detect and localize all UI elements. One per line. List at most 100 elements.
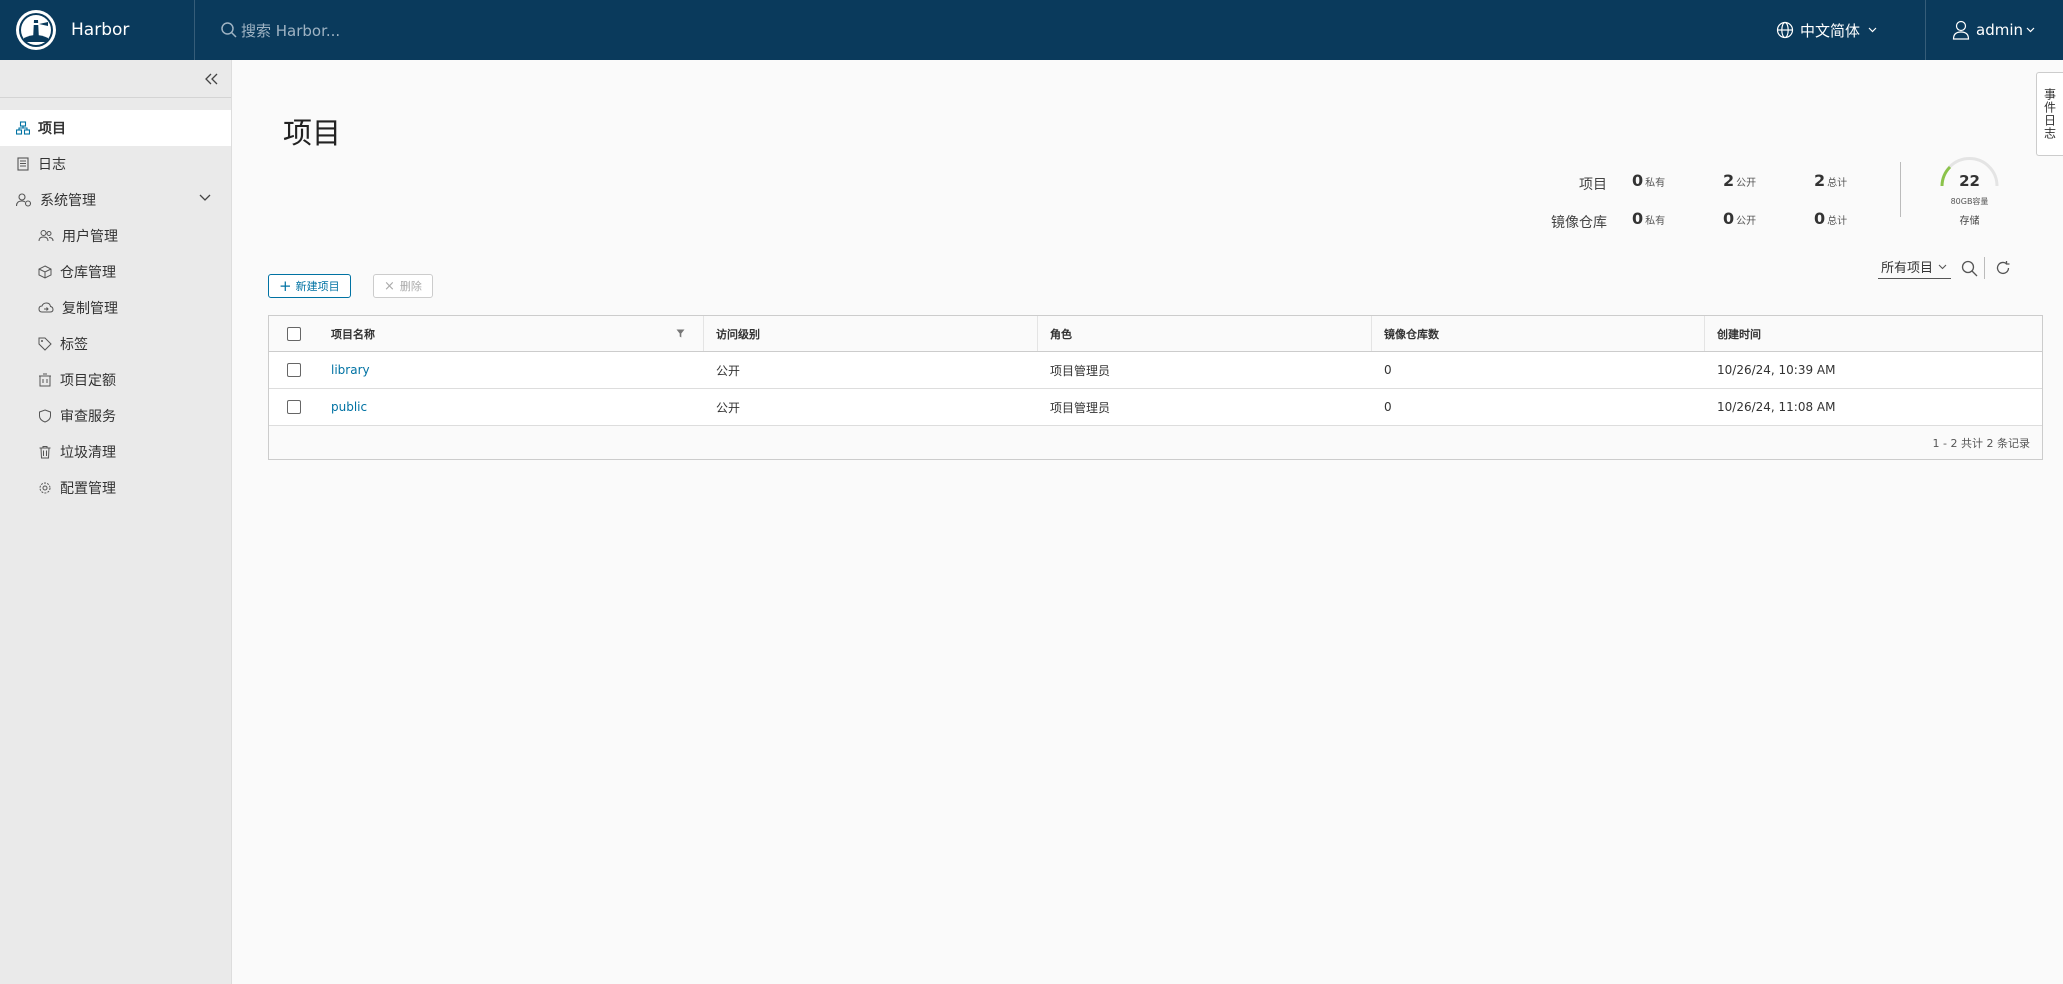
sidebar-item-logs[interactable]: 日志 xyxy=(0,146,231,182)
admin-icon xyxy=(16,193,32,207)
column-header-access-level[interactable]: 访问级别 xyxy=(703,316,1037,351)
filter-bar: 所有项目 xyxy=(1878,257,2011,279)
harbor-logo-icon xyxy=(16,10,56,50)
language-label: 中文简体 xyxy=(1799,21,1860,40)
sidebar-item-configuration[interactable]: 配置管理 xyxy=(0,470,231,506)
stats-divider xyxy=(1900,162,1901,217)
sidebar-item-label: 配置管理 xyxy=(60,481,116,497)
language-selector[interactable]: 中文简体 xyxy=(1776,0,1926,60)
sidebar-item-label: 日志 xyxy=(38,157,66,173)
sidebar-item-label: 审查服务 xyxy=(60,409,116,425)
project-name-link[interactable]: public xyxy=(331,400,367,414)
column-header-repo-count[interactable]: 镜像仓库数 xyxy=(1371,316,1704,351)
repo-count: 0 xyxy=(1384,363,1392,377)
brand[interactable]: Harbor xyxy=(0,0,195,60)
sidebar-item-replication[interactable]: 复制管理 xyxy=(0,290,231,326)
search-icon xyxy=(221,22,237,38)
project-name-link[interactable]: library xyxy=(331,363,370,377)
project-type-select[interactable]: 所有项目 xyxy=(1878,257,1952,279)
sidebar-item-label: 项目 xyxy=(38,121,66,137)
stat-total: 2 总计 xyxy=(1814,171,1848,190)
close-icon: × xyxy=(384,278,395,294)
filter-icon[interactable] xyxy=(676,329,685,338)
username: admin xyxy=(1976,21,2023,39)
projects-stats: 项目 0 私有 2 公开 2 总计 xyxy=(1537,168,1897,204)
trash-icon xyxy=(39,446,51,459)
stat-public: 2 公开 xyxy=(1723,171,1757,190)
select-all-checkbox[interactable] xyxy=(287,326,301,341)
table-row: library 公开 项目管理员 0 10/26/24, 10:39 AM xyxy=(269,352,2042,389)
new-project-label: 新建项目 xyxy=(295,280,340,293)
new-project-button[interactable]: + 新建项目 xyxy=(268,274,351,298)
sidebar-item-labels[interactable]: 标签 xyxy=(0,326,231,362)
row-checkbox[interactable] xyxy=(287,400,301,414)
quota-icon xyxy=(39,373,51,387)
chevron-down-icon xyxy=(2026,27,2035,33)
top-header: Harbor 搜索 Harbor... 中文简体 admin xyxy=(0,0,2063,60)
sidebar-item-label: 用户管理 xyxy=(62,229,118,245)
globe-icon xyxy=(1776,21,1794,39)
sidebar-collapse xyxy=(0,60,231,98)
sidebar-item-gc[interactable]: 垃圾清理 xyxy=(0,434,231,470)
sidebar-item-projects[interactable]: 项目 xyxy=(0,110,231,146)
sidebar-item-registries[interactable]: 仓库管理 xyxy=(0,254,231,290)
stat-private: 0 私有 xyxy=(1632,209,1666,228)
select-value: 所有项目 xyxy=(1881,261,1934,276)
repos-stats: 镜像仓库 0 私有 0 公开 0 总计 xyxy=(1537,206,1897,242)
stats-label: 镜像仓库 xyxy=(1551,215,1607,231)
double-chevron-left-icon[interactable] xyxy=(205,73,219,85)
column-header-creation-time[interactable]: 创建时间 xyxy=(1704,316,2042,351)
sidebar-item-label: 项目定额 xyxy=(60,373,116,389)
access-level: 公开 xyxy=(716,400,741,415)
access-level: 公开 xyxy=(716,363,741,378)
search-icon[interactable] xyxy=(1961,260,1978,277)
shield-icon xyxy=(39,409,51,423)
stats-label: 项目 xyxy=(1579,177,1607,193)
sidebar-item-label: 垃圾清理 xyxy=(60,445,116,461)
plus-icon: + xyxy=(279,276,292,295)
logs-icon xyxy=(17,157,29,171)
sidebar-item-administration[interactable]: 系统管理 xyxy=(0,182,231,218)
user-icon xyxy=(1952,20,1970,40)
delete-button[interactable]: × 删除 xyxy=(373,274,433,298)
divider xyxy=(1984,257,1986,279)
replication-icon xyxy=(38,302,54,313)
projects-table: 项目名称 访问级别 角色 镜像仓库数 创建时间 library 公开 项目管理员… xyxy=(268,315,2043,460)
stat-private: 0 私有 xyxy=(1632,171,1666,190)
repo-count: 0 xyxy=(1384,400,1392,414)
sidebar-item-users[interactable]: 用户管理 xyxy=(0,218,231,254)
user-menu[interactable]: admin xyxy=(1926,20,2063,40)
sidebar-item-label: 复制管理 xyxy=(62,301,118,317)
chevron-down-icon xyxy=(1868,27,1877,33)
table-footer: 1 - 2 共计 2 条记录 xyxy=(269,426,2042,459)
event-log-tab[interactable]: 事件日志 xyxy=(2036,72,2063,156)
sidebar: 项目 日志 系统管理 用户管理 仓库管理 复制管理 标签 项目定额 审查服务 垃… xyxy=(0,60,232,984)
event-log-label: 事件日志 xyxy=(2042,88,2057,140)
chevron-down-icon[interactable] xyxy=(199,194,211,202)
column-header-name[interactable]: 项目名称 xyxy=(319,316,703,351)
stat-total: 0 总计 xyxy=(1814,209,1848,228)
sidebar-item-interrogation[interactable]: 审查服务 xyxy=(0,398,231,434)
storage-capacity: 80GB容量 xyxy=(1950,197,1989,206)
sidebar-item-label: 仓库管理 xyxy=(60,265,116,281)
storage-label: 存储 xyxy=(1959,216,1980,227)
storage-value: 22 xyxy=(1959,172,1980,190)
creation-time: 10/26/24, 10:39 AM xyxy=(1717,363,1836,377)
refresh-icon[interactable] xyxy=(1995,260,2011,276)
row-checkbox[interactable] xyxy=(287,363,301,377)
sidebar-item-quotas[interactable]: 项目定额 xyxy=(0,362,231,398)
global-search[interactable]: 搜索 Harbor... xyxy=(220,20,340,41)
main-content: 项目 项目 0 私有 2 公开 2 总计 镜像仓库 0 私有 0 公开 0 总计 22 80… xyxy=(232,60,2043,984)
column-header-role[interactable]: 角色 xyxy=(1037,316,1371,351)
table-row: public 公开 项目管理员 0 10/26/24, 11:08 AM xyxy=(269,389,2042,426)
role: 项目管理员 xyxy=(1050,363,1111,378)
role: 项目管理员 xyxy=(1050,400,1111,415)
search-input[interactable]: 搜索 Harbor... xyxy=(241,20,340,41)
stat-public: 0 公开 xyxy=(1723,209,1757,228)
chevron-down-icon xyxy=(1938,264,1947,269)
gear-icon xyxy=(39,482,51,494)
projects-icon xyxy=(16,121,30,135)
users-icon xyxy=(38,230,54,242)
sidebar-item-label: 标签 xyxy=(60,337,88,353)
tag-icon xyxy=(38,337,52,351)
